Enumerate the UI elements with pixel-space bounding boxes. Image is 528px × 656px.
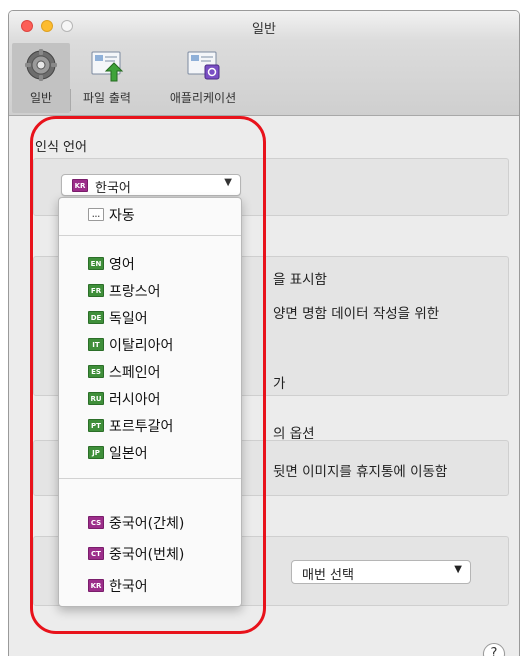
menu-item-italian[interactable]: IT 이탈리아어	[59, 332, 241, 358]
menu-item-label: 자동	[109, 208, 135, 224]
option-text-5: 뒷면 이미지를 휴지통에 이동함	[273, 464, 448, 480]
chevron-down-icon: ▼	[224, 177, 232, 188]
window-title: 일반	[252, 22, 276, 37]
korea-flag-icon: KR	[72, 179, 88, 192]
fr-flag-icon: FR	[88, 284, 104, 297]
menu-item-chinese-traditional[interactable]: CT 중국어(번체)	[59, 541, 241, 567]
menu-item-label: 일본어	[109, 446, 148, 462]
tab-application[interactable]: 애플리케이션	[147, 43, 259, 113]
menu-separator	[59, 478, 241, 479]
menu-item-label: 영어	[109, 257, 135, 273]
menu-item-portuguese[interactable]: PT 포르투갈어	[59, 413, 241, 439]
kr-flag-icon: KR	[88, 579, 104, 592]
auto-icon: ...	[88, 208, 104, 221]
language-dropdown-menu: ... 자동 EN 영어 FR 프랑스어 DE 독일어 IT 이탈리아어 ES …	[58, 197, 242, 607]
help-button[interactable]: ?	[483, 643, 505, 656]
menu-item-label: 독일어	[109, 311, 148, 327]
menu-item-korean[interactable]: KR 한국어	[59, 573, 241, 599]
menu-item-label: 러시아어	[109, 392, 161, 408]
menu-item-spanish[interactable]: ES 스페인어	[59, 359, 241, 385]
toolbar: 일반 파일 출력 애플리케이션	[9, 41, 519, 116]
menu-item-label: 중국어(번체)	[109, 547, 185, 563]
gear-icon	[25, 49, 57, 81]
recognition-language-select[interactable]: KR 한국어 ▼	[61, 174, 241, 196]
menu-item-english[interactable]: EN 영어	[59, 251, 241, 277]
tab-application-label: 애플리케이션	[169, 91, 237, 105]
tab-file-output-label: 파일 출력	[83, 91, 131, 105]
es-flag-icon: ES	[88, 365, 104, 378]
menu-item-label: 한국어	[109, 579, 148, 595]
de-flag-icon: DE	[88, 311, 104, 324]
menu-item-french[interactable]: FR 프랑스어	[59, 278, 241, 304]
jp-flag-icon: JP	[88, 446, 104, 459]
mode-select-value: 매번 선택	[302, 568, 354, 583]
option-text-2: 양면 명함 데이터 작성을 위한	[273, 306, 440, 322]
it-flag-icon: IT	[88, 338, 104, 351]
menu-item-label: 중국어(간체)	[109, 516, 185, 532]
ct-flag-icon: CT	[88, 547, 104, 560]
option-section-label: 의 옵션	[273, 426, 315, 442]
ru-flag-icon: RU	[88, 392, 104, 405]
option-text-3: 가	[273, 376, 286, 392]
option-text-1: 을 표시함	[273, 272, 327, 288]
menu-item-label: 이탈리아어	[109, 338, 174, 354]
selected-language: 한국어	[95, 181, 131, 196]
menu-item-chinese-simplified[interactable]: CS 중국어(간체)	[59, 510, 241, 536]
chevron-down-icon: ▼	[454, 564, 462, 575]
cs-flag-icon: CS	[88, 516, 104, 529]
menu-item-label: 프랑스어	[109, 284, 161, 300]
file-output-icon	[91, 51, 124, 82]
menu-item-russian[interactable]: RU 러시아어	[59, 386, 241, 412]
tab-file-output[interactable]: 파일 출력	[70, 43, 144, 113]
application-icon	[187, 51, 220, 80]
pt-flag-icon: PT	[88, 419, 104, 432]
menu-item-japanese[interactable]: JP 일본어	[59, 440, 241, 466]
recognition-language-label: 인식 언어	[35, 140, 87, 155]
menu-item-label: 포르투갈어	[109, 419, 174, 435]
menu-separator	[59, 235, 241, 236]
menu-item-german[interactable]: DE 독일어	[59, 305, 241, 331]
menu-item-label: 스페인어	[109, 365, 161, 381]
en-flag-icon: EN	[88, 257, 104, 270]
tab-general[interactable]: 일반	[12, 43, 70, 113]
mode-select[interactable]: 매번 선택 ▼	[291, 560, 471, 584]
menu-item-auto[interactable]: ... 자동	[59, 202, 241, 228]
tab-general-label: 일반	[29, 91, 53, 105]
title-bar: 일반	[9, 11, 519, 41]
